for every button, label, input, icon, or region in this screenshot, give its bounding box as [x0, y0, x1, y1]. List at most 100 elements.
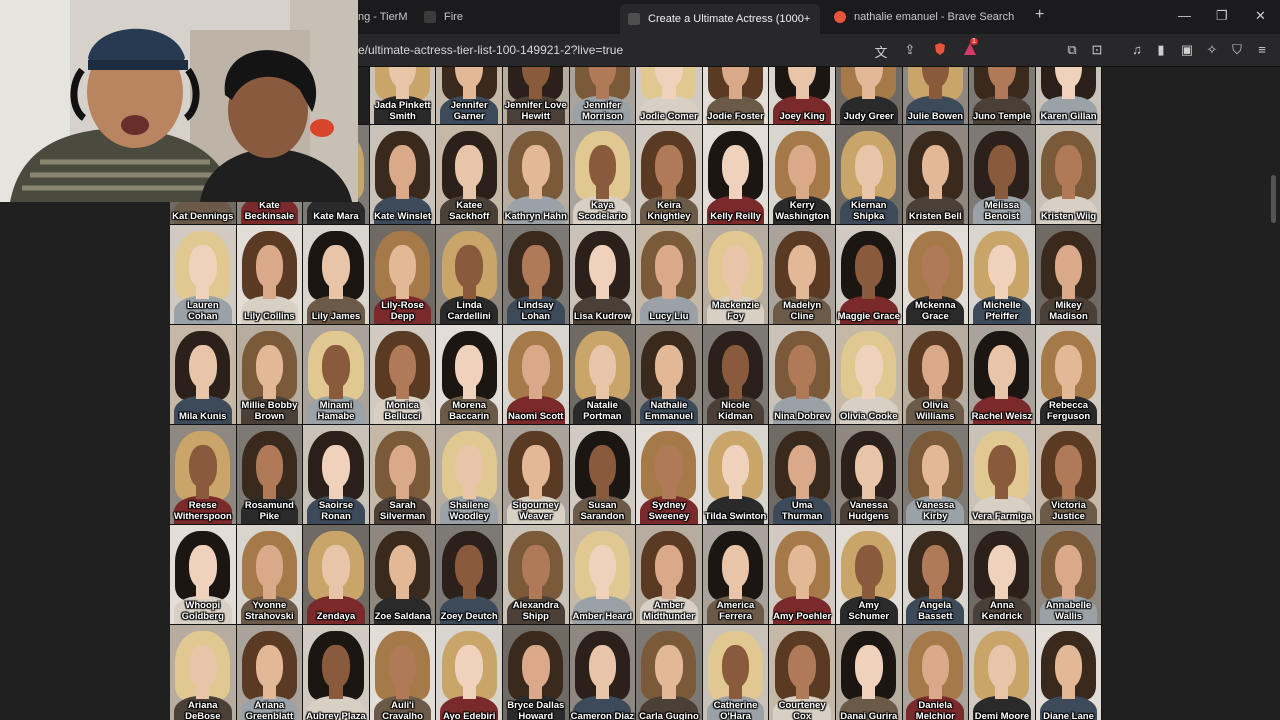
actress-card[interactable]: Lily Collins — [236, 225, 304, 325]
actress-card[interactable]: Ariana DeBose — [170, 625, 237, 720]
actress-card[interactable]: Juno Temple — [969, 67, 1036, 125]
actress-card[interactable]: Zoey Deutch — [436, 525, 503, 625]
actress-card[interactable]: Lily James — [303, 225, 370, 325]
leo-ai-icon[interactable]: ✧ — [1204, 42, 1220, 58]
close-tab-icon[interactable]: ✕ — [810, 12, 820, 26]
actress-card[interactable]: Amber Heard — [569, 525, 637, 625]
actress-card[interactable]: Jada Pinkett Smith — [369, 67, 437, 125]
actress-card[interactable]: Kristen Bell — [902, 125, 970, 225]
actress-card[interactable]: Olivia Cooke — [835, 325, 903, 425]
actress-card[interactable]: Jennifer Morrison — [569, 67, 637, 125]
actress-card[interactable]: Jennifer Love Hewitt — [502, 67, 570, 125]
actress-card[interactable]: Millie Bobby Brown — [236, 325, 304, 425]
actress-card[interactable]: Courteney Cox — [769, 625, 836, 720]
actress-card[interactable]: Ariana Greenblatt — [236, 625, 304, 720]
actress-card[interactable]: Diane Lane — [1035, 625, 1103, 720]
actress-card[interactable]: Jodie Foster — [702, 67, 770, 125]
actress-card[interactable]: Kate Winslet — [369, 125, 437, 225]
tab-tiermaker[interactable]: ng - TierM — [350, 4, 410, 30]
actress-card[interactable]: Sigourney Weaver — [502, 425, 570, 525]
actress-card[interactable]: Uma Thurman — [769, 425, 836, 525]
actress-card[interactable]: Mckenna Grace — [902, 225, 970, 325]
actress-card[interactable]: Mackenzie Foy — [702, 225, 770, 325]
actress-card[interactable]: Lily-Rose Depp — [369, 225, 437, 325]
minimize-button[interactable]: — — [1178, 8, 1191, 23]
actress-card[interactable]: Kathryn Hahn — [502, 125, 570, 225]
actress-card[interactable]: Sarah Silverman — [369, 425, 437, 525]
actress-card[interactable]: Morena Baccarin — [436, 325, 503, 425]
actress-card[interactable]: Nicole Kidman — [702, 325, 770, 425]
actress-card[interactable]: Angela Bassett — [902, 525, 970, 625]
actress-card[interactable]: Vanessa Kirby — [902, 425, 970, 525]
screenshot-icon[interactable]: ⊡ — [1089, 42, 1105, 58]
actress-card[interactable]: Daniela Melchior — [902, 625, 970, 720]
actress-card[interactable]: Mikey Madison — [1035, 225, 1103, 325]
actress-card[interactable]: Madelyn Cline — [769, 225, 836, 325]
actress-card[interactable]: Rebecca Ferguson — [1035, 325, 1103, 425]
actress-card[interactable]: Kristen Wiig — [1035, 125, 1103, 225]
actress-card[interactable]: Auli'i Cravalho — [369, 625, 437, 720]
actress-card[interactable]: Demi Moore — [969, 625, 1036, 720]
actress-card[interactable]: Judy Greer — [835, 67, 903, 125]
tab-ultimate-actress[interactable]: Create a Ultimate Actress (1000+ ✕ — [620, 4, 820, 34]
actress-card[interactable]: Lindsay Lohan — [502, 225, 570, 325]
actress-card[interactable]: Monica Bellucci — [369, 325, 437, 425]
actress-card[interactable]: Rosamund Pike — [236, 425, 304, 525]
actress-card[interactable]: Catherine O'Hara — [702, 625, 770, 720]
actress-card[interactable]: Karen Gillan — [1035, 67, 1103, 125]
actress-card[interactable]: Zendaya — [303, 525, 370, 625]
new-tab-button[interactable]: + — [1035, 6, 1044, 24]
extensions-icon[interactable]: ⧉ — [1064, 42, 1080, 58]
actress-card[interactable]: Linda Cardellini — [436, 225, 503, 325]
actress-card[interactable]: Tilda Swinton — [702, 425, 770, 525]
actress-card[interactable]: Maggie Grace — [835, 225, 903, 325]
actress-card[interactable]: Nina Dobrev — [769, 325, 836, 425]
sidebar-icon[interactable]: ▮ — [1153, 42, 1169, 58]
actress-card[interactable]: Susan Sarandon — [569, 425, 637, 525]
music-icon[interactable]: ♫ — [1129, 42, 1145, 57]
actress-card[interactable]: Shailene Woodley — [436, 425, 503, 525]
tab-fire[interactable]: Fire — [416, 4, 616, 30]
share-icon[interactable]: ⇪ — [902, 42, 918, 58]
close-window-button[interactable]: ✕ — [1255, 8, 1266, 24]
actress-card[interactable]: Lauren Cohan — [170, 225, 237, 325]
actress-card[interactable]: Vanessa Hudgens — [835, 425, 903, 525]
actress-card[interactable]: Amber Midthunder — [636, 525, 703, 625]
actress-card[interactable]: Aubrey Plaza — [303, 625, 370, 720]
actress-card[interactable]: Lucy Liu — [636, 225, 703, 325]
actress-card[interactable]: Sydney Sweeney — [636, 425, 703, 525]
actress-card[interactable]: Saoirse Ronan — [303, 425, 370, 525]
menu-icon[interactable]: ≡ — [1254, 42, 1270, 57]
actress-card[interactable]: Whoopi Goldberg — [170, 525, 237, 625]
brave-shields-icon[interactable] — [932, 42, 948, 59]
actress-card[interactable]: Reese Witherspoon — [170, 425, 237, 525]
actress-card[interactable]: Jodie Comer — [636, 67, 703, 125]
actress-card[interactable]: Minami Hamabe — [303, 325, 370, 425]
actress-card[interactable]: Kerry Washington — [769, 125, 836, 225]
actress-card[interactable]: Joey King — [769, 67, 836, 125]
actress-card[interactable]: Yvonne Strahovski — [236, 525, 304, 625]
brave-rewards-icon[interactable]: 1 — [962, 38, 978, 59]
tab-brave-search[interactable]: nathalie emanuel - Brave Search — [826, 4, 1026, 30]
actress-card[interactable]: America Ferrera — [702, 525, 770, 625]
actress-card[interactable]: Mila Kunis — [170, 325, 237, 425]
restore-button[interactable]: ❐ — [1216, 8, 1228, 24]
actress-card[interactable]: Annabelle Wallis — [1035, 525, 1103, 625]
actress-card[interactable]: Amy Poehler — [769, 525, 836, 625]
actress-card[interactable]: Michelle Pfeiffer — [969, 225, 1036, 325]
actress-card[interactable]: Danai Gurira — [835, 625, 903, 720]
actress-card[interactable]: Lisa Kudrow — [569, 225, 637, 325]
page-scrollbar[interactable] — [1271, 175, 1276, 223]
actress-card[interactable]: Kiernan Shipka — [835, 125, 903, 225]
actress-card[interactable]: Naomi Scott — [502, 325, 570, 425]
actress-card[interactable]: Jennifer Garner — [436, 67, 503, 125]
actress-card[interactable]: Katee Sackhoff — [436, 125, 503, 225]
actress-card[interactable]: Keira Knightley — [636, 125, 703, 225]
actress-card[interactable]: Melissa Benoist — [969, 125, 1036, 225]
actress-card[interactable]: Natalie Portman — [569, 325, 637, 425]
wallet-icon[interactable]: ▣ — [1179, 42, 1195, 58]
actress-card[interactable]: Kelly Reilly — [702, 125, 770, 225]
vpn-shield-icon[interactable]: ⛉ — [1229, 42, 1245, 58]
actress-card[interactable]: Victoria Justice — [1035, 425, 1103, 525]
actress-card[interactable]: Vera Farmiga — [969, 425, 1036, 525]
